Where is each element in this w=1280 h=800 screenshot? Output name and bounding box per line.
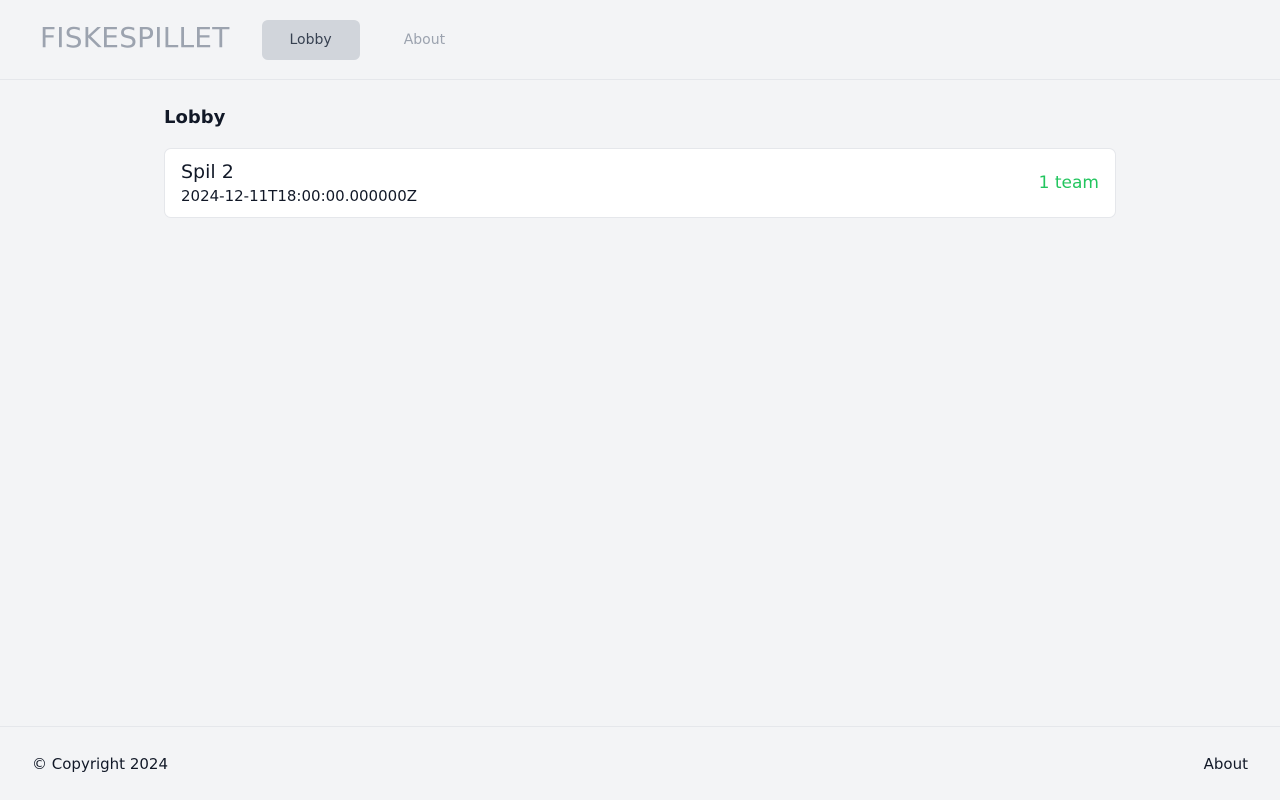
brand-logo[interactable]: FISKESPILLET bbox=[40, 23, 230, 52]
main-content: Lobby Spil 2 2024-12-11T18:00:00.000000Z… bbox=[164, 80, 1116, 218]
footer-about-link[interactable]: About bbox=[1204, 755, 1248, 773]
copyright-text: © Copyright 2024 bbox=[32, 754, 169, 773]
nav-item-about[interactable]: About bbox=[376, 20, 473, 60]
game-card[interactable]: Spil 2 2024-12-11T18:00:00.000000Z 1 tea… bbox=[164, 148, 1116, 218]
nav-item-lobby[interactable]: Lobby bbox=[261, 19, 360, 60]
game-info: Spil 2 2024-12-11T18:00:00.000000Z bbox=[181, 160, 417, 206]
page-footer: © Copyright 2024 About bbox=[0, 726, 1280, 800]
top-header: FISKESPILLET Lobby About bbox=[0, 0, 1280, 80]
game-date: 2024-12-11T18:00:00.000000Z bbox=[181, 187, 418, 205]
game-name: Spil 2 bbox=[181, 161, 234, 183]
team-count-badge: 1 team bbox=[1038, 173, 1099, 193]
main-nav: Lobby About bbox=[261, 19, 490, 60]
game-list: Spil 2 2024-12-11T18:00:00.000000Z 1 tea… bbox=[164, 148, 1116, 218]
page-title: Lobby bbox=[164, 107, 226, 128]
app-root: FISKESPILLET Lobby About Lobby Spil 2 20… bbox=[0, 0, 1280, 800]
